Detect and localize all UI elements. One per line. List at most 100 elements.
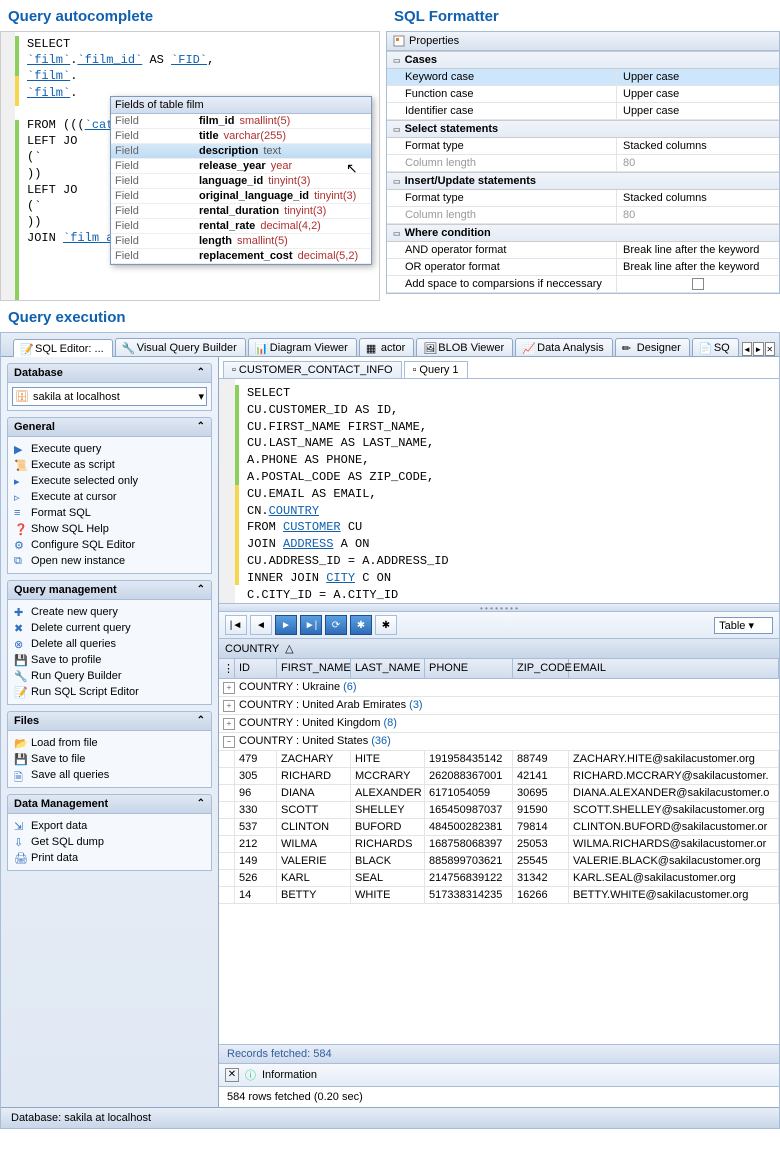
main-tab[interactable]: 📝SQL Editor: ... — [13, 339, 113, 357]
popup-field-row[interactable]: Fieldrelease_year year — [111, 159, 371, 174]
tab-close[interactable]: ✕ — [765, 342, 775, 356]
popup-field-row[interactable]: Fieldtitle varchar(255) — [111, 129, 371, 144]
action-icon: 📝 — [14, 686, 26, 698]
sidebar-item[interactable]: 📂Load from file — [12, 735, 207, 751]
view-select[interactable]: Table ▾ — [714, 617, 773, 634]
popup-field-row[interactable]: Fieldfilm_id smallint(5) — [111, 114, 371, 129]
formatter-section[interactable]: Where condition — [387, 224, 779, 242]
table-row[interactable]: 212WILMARICHARDS16875806839725053WILMA.R… — [219, 836, 779, 853]
formatter-row[interactable]: Column length80 — [387, 207, 779, 224]
autocomplete-popup[interactable]: Fields of table film Fieldfilm_id smalli… — [110, 96, 372, 265]
sidebar-item[interactable]: ▶Execute query — [12, 441, 207, 457]
tab-scroll-right[interactable]: ► — [753, 342, 763, 356]
splitter[interactable]: • • • • • • • • — [219, 604, 779, 612]
sidebar-item[interactable]: 🔧Run Query Builder — [12, 668, 207, 684]
database-select[interactable]: 🗄sakila at localhost▾ — [12, 387, 207, 406]
formatter-row[interactable]: Column length80 — [387, 155, 779, 172]
sql-editor[interactable]: SELECT CU.CUSTOMER_ID AS ID, CU.FIRST_NA… — [219, 379, 779, 604]
nav-first[interactable]: |◄ — [225, 615, 247, 635]
sidebar-item[interactable]: 📝Run SQL Script Editor — [12, 684, 207, 700]
sidebar-item[interactable]: ≡Format SQL — [12, 505, 207, 521]
table-row[interactable]: 479ZACHARYHITE19195843514288749ZACHARY.H… — [219, 751, 779, 768]
table-row[interactable]: 14BETTYWHITE51733831423516266BETTY.WHITE… — [219, 887, 779, 904]
group-row[interactable]: +COUNTRY : United Arab Emirates (3) — [219, 697, 779, 715]
formatter-row[interactable]: AND operator formatBreak line after the … — [387, 242, 779, 259]
main-tab[interactable]: ▦actor — [359, 338, 414, 356]
info-close[interactable]: ✕ — [225, 1068, 239, 1082]
grid-toolbar: |◄ ◄ ► ►| ⟳ ✱ ✱ Table ▾ — [219, 612, 779, 639]
formatter-row[interactable]: Format typeStacked columns — [387, 190, 779, 207]
tab-icon: 📊 — [255, 342, 267, 354]
sidebar-item[interactable]: ▸Execute selected only — [12, 473, 207, 489]
popup-field-row[interactable]: Fieldrental_duration tinyint(3) — [111, 204, 371, 219]
popup-field-row[interactable]: Fieldlanguage_id tinyint(3) — [111, 174, 371, 189]
sidebar-group-header[interactable]: Data Management⌃ — [7, 794, 212, 814]
formatter-row[interactable]: Keyword caseUpper case — [387, 69, 779, 86]
sidebar-item[interactable]: ⚙Configure SQL Editor — [12, 537, 207, 553]
table-row[interactable]: 149VALERIEBLACK88589970362125545VALERIE.… — [219, 853, 779, 870]
sidebar-group-header[interactable]: General⌃ — [7, 417, 212, 437]
star-1[interactable]: ✱ — [350, 615, 372, 635]
popup-field-row[interactable]: Fieldrental_rate decimal(4,2) — [111, 219, 371, 234]
popup-field-row[interactable]: Fieldreplacement_cost decimal(5,2) — [111, 249, 371, 264]
table-row[interactable]: 526KARLSEAL21475683912231342KARL.SEAL@sa… — [219, 870, 779, 887]
sidebar-item[interactable]: ⇩Get SQL dump — [12, 834, 207, 850]
sidebar-item[interactable]: 💾Save to file — [12, 751, 207, 767]
main-tab[interactable]: ✏Designer — [615, 338, 690, 356]
col-last-name[interactable]: LAST_NAME — [351, 659, 425, 678]
sidebar-group-header[interactable]: Database⌃ — [7, 363, 212, 383]
table-row[interactable]: 305RICHARDMCCRARY26208836700142141RICHAR… — [219, 768, 779, 785]
star-2[interactable]: ✱ — [375, 615, 397, 635]
table-row[interactable]: 537CLINTONBUFORD48450028238179814CLINTON… — [219, 819, 779, 836]
query-tab[interactable]: ▫Query 1 — [404, 361, 468, 378]
sidebar-item[interactable]: 🖨Print data — [12, 850, 207, 866]
table-row[interactable]: 96DIANAALEXANDER617105405930695DIANA.ALE… — [219, 785, 779, 802]
sidebar-item[interactable]: ⇲Export data — [12, 818, 207, 834]
popup-field-row[interactable]: Fieldlength smallint(5) — [111, 234, 371, 249]
sidebar-item[interactable]: ❓Show SQL Help — [12, 521, 207, 537]
sidebar-item[interactable]: ✖Delete current query — [12, 620, 207, 636]
query-tab[interactable]: ▫CUSTOMER_CONTACT_INFO — [223, 361, 402, 378]
group-row[interactable]: +COUNTRY : United Kingdom (8) — [219, 715, 779, 733]
group-row[interactable]: −COUNTRY : United States (36) — [219, 733, 779, 751]
sidebar-item[interactable]: ▹Execute at cursor — [12, 489, 207, 505]
main-tab[interactable]: 🖼BLOB Viewer — [416, 338, 513, 356]
nav-next[interactable]: ► — [275, 615, 297, 635]
col-zip[interactable]: ZIP_CODE — [513, 659, 569, 678]
sidebar-item[interactable]: 💾Save to profile — [12, 652, 207, 668]
sidebar-group-header[interactable]: Query management⌃ — [7, 580, 212, 600]
sidebar-item[interactable]: ⊗Delete all queries — [12, 636, 207, 652]
formatter-row[interactable]: Function caseUpper case — [387, 86, 779, 103]
autocomplete-title: Query autocomplete — [8, 8, 380, 25]
formatter-section[interactable]: Cases — [387, 51, 779, 69]
formatter-section[interactable]: Select statements — [387, 120, 779, 138]
sidebar-item[interactable]: 🗎Save all queries — [12, 767, 207, 783]
col-phone[interactable]: PHONE — [425, 659, 513, 678]
formatter-row[interactable]: Format typeStacked columns — [387, 138, 779, 155]
formatter-row[interactable]: OR operator formatBreak line after the k… — [387, 259, 779, 276]
sidebar-item[interactable]: 📜Execute as script — [12, 457, 207, 473]
main-tab[interactable]: 🔧Visual Query Builder — [115, 338, 246, 356]
sidebar-item[interactable]: ⧉Open new instance — [12, 553, 207, 569]
col-id[interactable]: ID — [235, 659, 277, 678]
nav-last[interactable]: ►| — [300, 615, 322, 635]
sidebar-group-header[interactable]: Files⌃ — [7, 711, 212, 731]
group-row[interactable]: +COUNTRY : Ukraine (6) — [219, 679, 779, 697]
popup-field-row[interactable]: Fieldoriginal_language_id tinyint(3) — [111, 189, 371, 204]
group-header[interactable]: COUNTRY △ — [219, 639, 779, 659]
col-first-name[interactable]: FIRST_NAME — [277, 659, 351, 678]
formatter-section[interactable]: Insert/Update statements — [387, 172, 779, 190]
table-row[interactable]: 330SCOTTSHELLEY16545098703791590SCOTT.SH… — [219, 802, 779, 819]
main-tab[interactable]: 📈Data Analysis — [515, 338, 613, 356]
main-tab[interactable]: 📊Diagram Viewer — [248, 338, 357, 356]
nav-prev[interactable]: ◄ — [250, 615, 272, 635]
formatter-row[interactable]: Add space to comparsions if neccessary — [387, 276, 779, 293]
formatter-row[interactable]: Identifier caseUpper case — [387, 103, 779, 120]
main-tab[interactable]: 📄SQ — [692, 338, 739, 356]
refresh[interactable]: ⟳ — [325, 615, 347, 635]
sidebar-item[interactable]: ✚Create new query — [12, 604, 207, 620]
cursor-icon: ↖ — [346, 160, 358, 177]
col-email[interactable]: EMAIL — [569, 659, 779, 678]
tab-scroll-left[interactable]: ◄ — [742, 342, 752, 356]
popup-field-row[interactable]: Fielddescription text — [111, 144, 371, 159]
